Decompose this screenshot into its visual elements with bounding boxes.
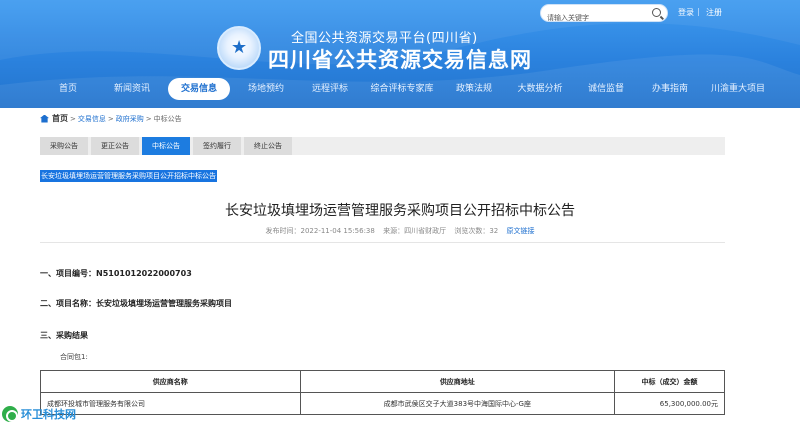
article-title: 长安垃圾填埋场运营管理服务采购项目公开招标中标公告 [225, 203, 575, 219]
breadcrumb-gov-procurement[interactable]: 政府采购 [116, 114, 144, 124]
supplier-address-cell: 成都市武侯区交子大道383号中海国际中心-G座 [299, 392, 616, 415]
tab-termination-notice[interactable]: 终止公告 [244, 137, 292, 155]
col-supplier-address: 供应商地址 [299, 370, 616, 393]
col-award-amount: 中标（成交）金额 [614, 370, 725, 393]
table-header-row: 供应商名称 供应商地址 中标（成交）金额 [40, 370, 725, 393]
divider [40, 242, 725, 243]
search-input[interactable] [541, 10, 641, 26]
nav-item-remote-bid[interactable]: 远程评标 [302, 78, 358, 100]
tab-contract-notice[interactable]: 签约履行 [193, 137, 241, 155]
notice-tabs: 采购公告 更正公告 中标公告 签约履行 终止公告 [40, 137, 725, 155]
home-icon [40, 114, 49, 123]
view-count: 浏览次数：32 [454, 227, 499, 235]
procurement-result-heading: 三、采购结果 [40, 331, 88, 340]
nav-item-bigdata[interactable]: 大数据分析 [510, 78, 570, 100]
nav-item-policy[interactable]: 政策法规 [446, 78, 502, 100]
top-separator: | [697, 7, 700, 16]
site-header: ★ 全国公共资源交易平台(四川省) 四川省公共资源交易信息网 登录 | 注册 首… [0, 0, 800, 108]
nav-item-experts[interactable]: 综合评标专家库 [366, 78, 438, 100]
breadcrumb-sep: > [145, 114, 152, 123]
award-amount-cell: 65,300,000.00元 [614, 392, 725, 415]
tab-award-notice[interactable]: 中标公告 [142, 137, 190, 155]
watermark-icon [2, 406, 18, 422]
breadcrumb-current: 中标公告 [153, 114, 182, 123]
nav-item-venue[interactable]: 场地预约 [238, 78, 294, 100]
breadcrumb: 首页 > 交易信息 > 政府采购 > 中标公告 [40, 113, 182, 124]
main-nav: 首页 新闻资讯 交易信息 场地预约 远程评标 综合评标专家库 政策法规 大数据分… [40, 78, 800, 100]
nav-item-guide[interactable]: 办事指南 [642, 78, 698, 100]
search-icon[interactable] [652, 8, 661, 17]
nav-item-home[interactable]: 首页 [40, 78, 96, 100]
watermark-text: 环卫科技网 [21, 408, 76, 421]
site-title: 四川省公共资源交易信息网 [268, 48, 532, 72]
project-number: 一、项目编号：N5101012022000703 [40, 269, 192, 278]
nav-item-integrity[interactable]: 诚信监督 [578, 78, 634, 100]
tab-procurement-notice[interactable]: 采购公告 [40, 137, 88, 155]
nav-item-chuanyu[interactable]: 川渝重大项目 [706, 78, 770, 100]
original-link[interactable]: 原文链接 [506, 227, 534, 235]
selected-title-text: 长安垃圾填埋场运营管理服务采购项目公开招标中标公告 [40, 170, 217, 182]
site-emblem-icon: ★ [217, 26, 261, 70]
article-meta: 发布时间：2022-11-04 15:56:38 来源：四川省财政厅 浏览次数：… [0, 226, 800, 236]
watermark-logo: 环卫科技网 [2, 406, 76, 422]
article-source: 来源：四川省财政厅 [383, 227, 447, 235]
contract-package-label: 合同包1: [60, 353, 88, 361]
login-link[interactable]: 登录 [678, 7, 694, 18]
supplier-name-cell: 成都环投城市管理服务有限公司 [40, 392, 301, 415]
breadcrumb-trade-info[interactable]: 交易信息 [78, 114, 106, 124]
nav-item-news[interactable]: 新闻资讯 [104, 78, 160, 100]
project-name: 二、项目名称：长安垃圾填埋场运营管理服务采购项目 [40, 299, 232, 308]
publish-time: 发布时间：2022-11-04 15:56:38 [265, 227, 375, 235]
result-table: 供应商名称 供应商地址 中标（成交）金额 成都环投城市管理服务有限公司 成都市武… [40, 370, 725, 415]
breadcrumb-home[interactable]: 首页 [52, 113, 68, 124]
table-row: 成都环投城市管理服务有限公司 成都市武侯区交子大道383号中海国际中心-G座 6… [40, 392, 725, 415]
tab-correction-notice[interactable]: 更正公告 [91, 137, 139, 155]
col-supplier-name: 供应商名称 [40, 370, 301, 393]
search-box [540, 4, 668, 26]
nav-item-trade-info[interactable]: 交易信息 [168, 78, 230, 100]
breadcrumb-sep: > [107, 114, 114, 123]
register-link[interactable]: 注册 [706, 7, 722, 18]
breadcrumb-sep: > [70, 114, 76, 123]
